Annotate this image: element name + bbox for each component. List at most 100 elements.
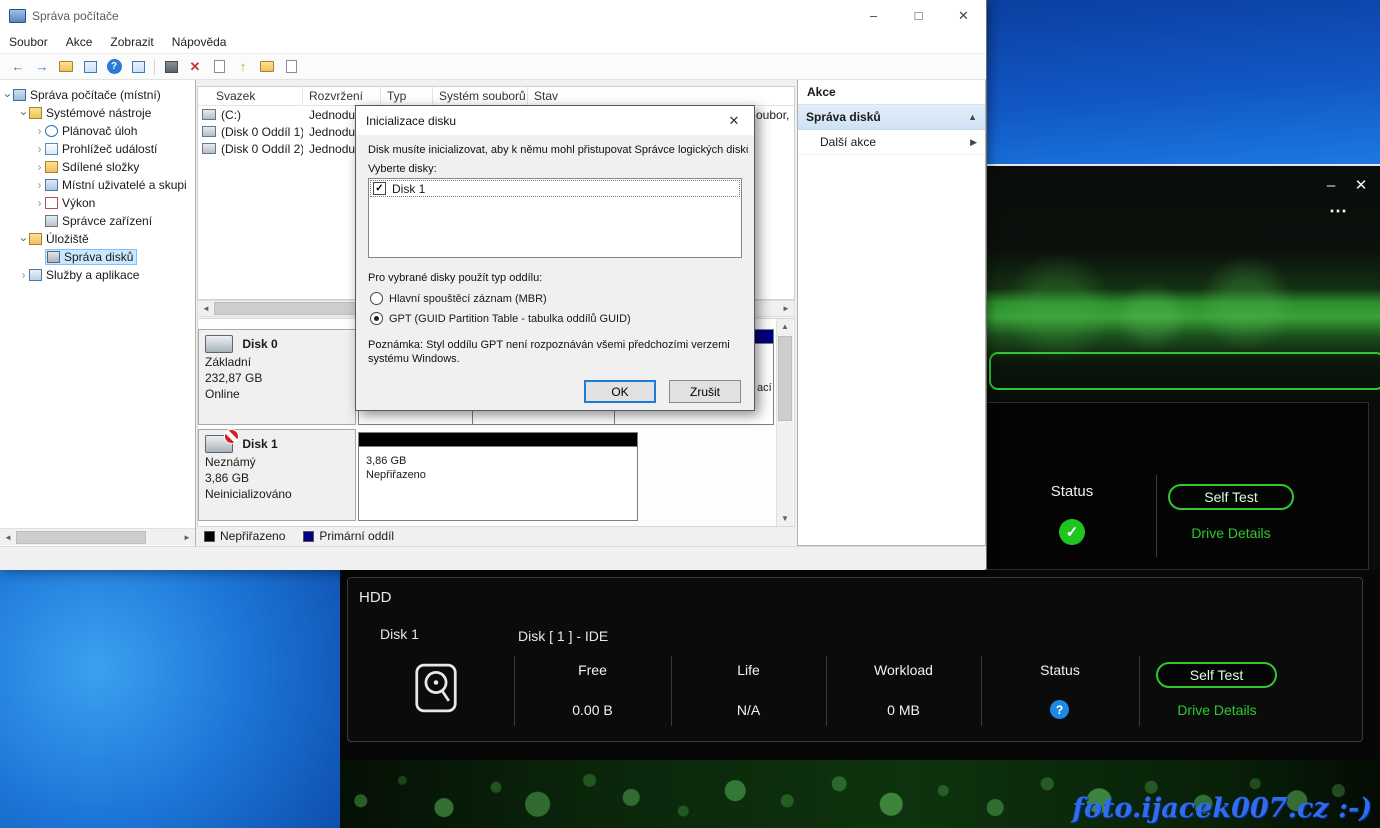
list-view-icon[interactable] — [280, 57, 302, 77]
chevron-expanded-icon[interactable]: › — [18, 108, 29, 119]
menu-akce[interactable]: Akce — [57, 33, 102, 51]
expand-right-icon[interactable]: ▶ — [970, 137, 985, 148]
chevron-collapsed-icon[interactable]: › — [34, 198, 45, 209]
monitor-close-icon[interactable]: ✕ — [1350, 174, 1372, 196]
menu-soubor[interactable]: Soubor — [0, 33, 57, 51]
column-header-svazek[interactable]: Svazek — [198, 87, 303, 105]
dialog-title-bar[interactable]: Inicializace disku ✕ — [356, 106, 754, 135]
tree-item-computer-management[interactable]: › Správa počítače (místní) — [0, 86, 195, 104]
chevron-collapsed-icon[interactable]: › — [34, 144, 45, 155]
title-bar[interactable]: Správa počítače – □ ✕ — [0, 0, 986, 31]
disk-listbox[interactable]: ✓ Disk 1 — [368, 178, 742, 258]
disk-item-label: Disk 1 — [392, 182, 425, 196]
dialog-close-icon[interactable]: ✕ — [714, 106, 754, 135]
mbr-radio[interactable] — [370, 292, 383, 305]
tree-item-local-users-groups[interactable]: › Místní uživatelé a skupi — [0, 176, 195, 194]
chevron-collapsed-icon[interactable]: › — [34, 180, 45, 191]
event-log-icon — [45, 143, 58, 155]
chevron-collapsed-icon[interactable]: › — [34, 162, 45, 173]
gpt-radio-selected[interactable] — [370, 312, 383, 325]
disk0-type: Základní — [205, 355, 349, 369]
tree-item-label: Správa disků — [64, 250, 133, 264]
up-level-icon[interactable]: ↑ — [232, 57, 254, 77]
disk0-info-box[interactable]: Disk 0 Základní 232,87 GB Online — [198, 329, 356, 425]
scrollbar-thumb[interactable] — [16, 531, 146, 544]
open-folder-icon[interactable] — [256, 57, 278, 77]
close-button[interactable]: ✕ — [941, 0, 986, 31]
actions-pane-title: Akce — [798, 80, 985, 105]
tree-item-shared-folders[interactable]: › Sdílené složky — [0, 158, 195, 176]
scroll-up-icon[interactable]: ▲ — [777, 319, 793, 334]
actions-group-disk-management[interactable]: Správa disků ▲ — [798, 105, 985, 130]
scrollbar-thumb[interactable] — [778, 336, 792, 421]
tree-item-event-viewer[interactable]: › Prohlížeč událostí — [0, 140, 195, 158]
scroll-right-icon[interactable]: ► — [778, 301, 794, 316]
column-header-system-souboru[interactable]: Systém souborů — [433, 87, 528, 105]
collapse-up-icon[interactable]: ▲ — [968, 112, 985, 122]
disk-area-vertical-scrollbar[interactable]: ▲ ▼ — [776, 319, 793, 526]
maximize-button[interactable]: □ — [896, 0, 941, 31]
properties-icon[interactable] — [127, 57, 149, 77]
scroll-left-icon[interactable]: ◄ — [0, 530, 16, 545]
tree-item-task-scheduler[interactable]: › Plánovač úloh — [0, 122, 195, 140]
disk1-checkbox[interactable]: ✓ — [373, 182, 386, 195]
device-manager-icon — [45, 215, 58, 227]
disk0-status: Online — [205, 387, 349, 401]
radio-row-gpt[interactable]: GPT (GUID Partition Table - tabulka oddí… — [370, 312, 631, 325]
chevron-collapsed-icon[interactable]: › — [34, 126, 45, 137]
help-icon[interactable]: ? — [103, 57, 125, 77]
monitor-banner-button[interactable] — [989, 352, 1380, 390]
menu-zobrazit[interactable]: Zobrazit — [101, 33, 162, 51]
disk1-unallocated-block[interactable]: 3,86 GB Nepřiřazeno — [358, 432, 638, 521]
chevron-collapsed-icon[interactable]: › — [18, 270, 29, 281]
show-console-tree-icon[interactable] — [55, 57, 77, 77]
disk1-info-box[interactable]: Disk 1 Neznámý 3,86 GB Neinicializováno — [198, 429, 356, 521]
tree-item-label: Služby a aplikace — [46, 268, 139, 282]
chevron-expanded-icon[interactable]: › — [2, 90, 13, 101]
dialog-message: Disk musíte inicializovat, aby k němu mo… — [368, 144, 748, 156]
tree-item-label: Správa počítače (místní) — [30, 88, 161, 102]
cancel-button[interactable]: Zrušit — [669, 380, 741, 403]
disk-list-item[interactable]: ✓ Disk 1 — [370, 180, 740, 197]
ssd-drive-details-link[interactable]: Drive Details — [1168, 525, 1294, 541]
screen: – ✕ ⋯ Status ✓ Self Test Drive Details H… — [0, 0, 1380, 828]
scroll-right-icon[interactable]: ► — [179, 530, 195, 545]
export-list-icon[interactable] — [79, 57, 101, 77]
disk1-name: Disk 1 — [242, 437, 277, 451]
hdd-self-test-button[interactable]: Self Test — [1156, 662, 1277, 688]
back-icon[interactable]: ← — [7, 57, 29, 77]
scroll-down-icon[interactable]: ▼ — [777, 511, 793, 526]
column-header-stav[interactable]: Stav — [528, 87, 792, 105]
column-header-rozvrzeni[interactable]: Rozvržení — [303, 87, 381, 105]
action-pane-icon[interactable] — [160, 57, 182, 77]
tree-item-system-tools[interactable]: › Systémové nástroje — [0, 104, 195, 122]
hdd-status-unknown-icon[interactable]: ? — [1050, 700, 1069, 719]
ok-button[interactable]: OK — [584, 380, 656, 403]
tree-horizontal-scrollbar[interactable]: ◄ ► — [0, 528, 195, 545]
scroll-left-icon[interactable]: ◄ — [198, 301, 214, 316]
forward-icon[interactable]: → — [31, 57, 53, 77]
hdd-drive-details-link[interactable]: Drive Details — [1154, 702, 1280, 718]
tree-item-device-manager[interactable]: Správce zařízení — [0, 212, 195, 230]
tree-item-disk-management[interactable]: Správa disků — [0, 248, 195, 266]
selected-tree-item[interactable]: Správa disků — [45, 249, 137, 265]
monitor-minimize-icon[interactable]: – — [1320, 174, 1342, 196]
monitor-more-icon[interactable]: ⋯ — [1327, 200, 1349, 222]
ssd-self-test-button[interactable]: Self Test — [1168, 484, 1294, 510]
clipped-status-text: oubor, — [756, 108, 789, 122]
refresh-icon[interactable] — [208, 57, 230, 77]
column-header-typ[interactable]: Typ — [381, 87, 433, 105]
chevron-expanded-icon[interactable]: › — [18, 234, 29, 245]
radio-row-mbr[interactable]: Hlavní spouštěcí záznam (MBR) — [370, 292, 547, 305]
menu-napoveda[interactable]: Nápověda — [163, 33, 236, 51]
actions-pane: Akce Správa disků ▲ Další akce ▶ — [797, 80, 986, 546]
tree-item-services-applications[interactable]: › Služby a aplikace — [0, 266, 195, 284]
clock-icon — [45, 125, 58, 137]
services-icon — [29, 269, 42, 281]
dialog-title: Inicializace disku — [366, 114, 456, 128]
tree-item-storage[interactable]: › Úložiště — [0, 230, 195, 248]
actions-item-more-actions[interactable]: Další akce ▶ — [798, 130, 985, 155]
tree-item-performance[interactable]: › Výkon — [0, 194, 195, 212]
minimize-button[interactable]: – — [851, 0, 896, 31]
delete-icon[interactable]: ✕ — [184, 57, 206, 77]
